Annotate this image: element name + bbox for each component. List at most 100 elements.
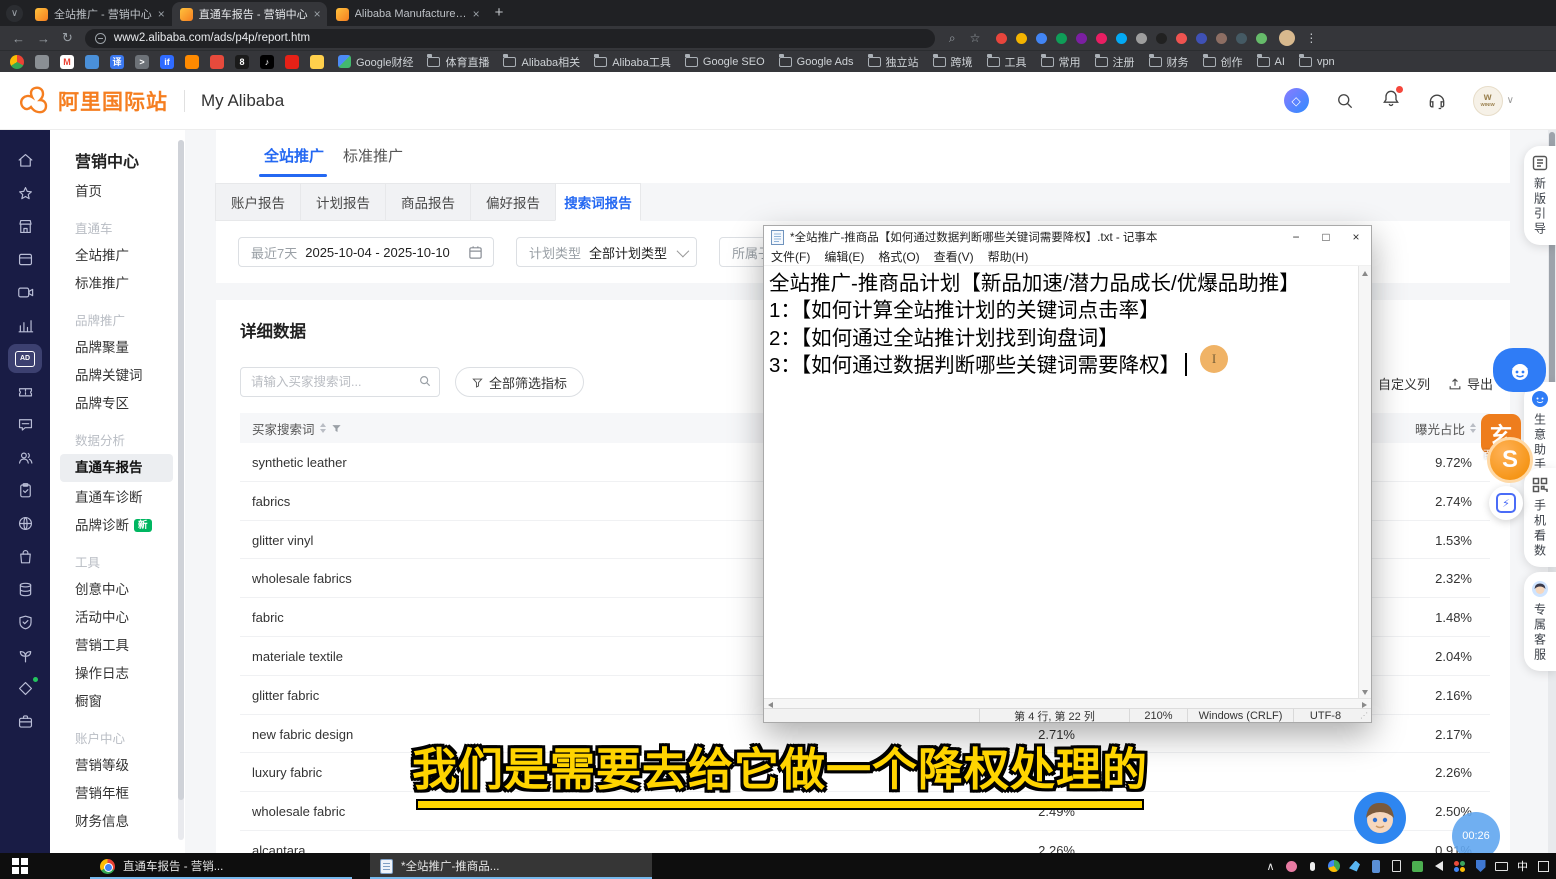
bookmark-item[interactable]: 独立站 (868, 54, 919, 70)
url-text[interactable]: www2.alibaba.com/ads/p4p/report.htm (114, 32, 310, 44)
bookmark-item[interactable]: 工具 (987, 54, 1027, 70)
bookmark-item[interactable]: 跨境 (933, 54, 973, 70)
rail-icon-growth[interactable] (8, 641, 42, 670)
rail-icon-home[interactable] (8, 146, 42, 175)
sidebar-item[interactable]: 营销工具 (75, 632, 185, 660)
tray-flower-icon[interactable] (1285, 859, 1298, 873)
bookmark-item[interactable]: 财务 (1149, 54, 1189, 70)
sidebar-item[interactable]: 标准推广 (75, 270, 185, 298)
bookmark-favicon-icon[interactable]: > (135, 55, 149, 69)
sidebar-item[interactable]: 营销等级 (75, 752, 185, 780)
rail-icon-orders[interactable] (8, 245, 42, 274)
sidebar-item[interactable]: 直通车诊断 (75, 484, 185, 512)
rail-icon-briefcase[interactable] (8, 707, 42, 736)
sidebar-item[interactable]: 品牌专区 (75, 390, 185, 418)
scroll-right-icon[interactable] (1362, 702, 1367, 708)
scroll-up-icon[interactable] (1362, 271, 1368, 276)
bookmark-item[interactable]: Alibaba相关 (503, 54, 580, 70)
bookmark-item[interactable]: Google Ads (779, 56, 854, 68)
notepad-window[interactable]: *全站推广-推商品【如何通过数据判断哪些关键词需要降权】.txt - 记事本 −… (763, 225, 1372, 723)
bookmark-favicon-icon[interactable] (310, 55, 324, 69)
reload-icon[interactable]: ↻ (62, 30, 73, 46)
bookmark-item[interactable]: 注册 (1095, 54, 1135, 70)
brand-name[interactable]: 阿里国际站 (58, 86, 168, 116)
notepad-text[interactable]: 全站推广-推商品计划【新品加速/潜力品成长/优爆品助推】1：【如何计算全站推计划… (764, 266, 1371, 380)
filter-funnel-icon[interactable] (331, 423, 342, 434)
notepad-menu-item[interactable]: 格式(O) (871, 248, 926, 265)
sidebar-item[interactable]: 操作日志 (75, 660, 185, 688)
bookmark-favicon-icon[interactable] (210, 55, 224, 69)
notepad-menu-item[interactable]: 编辑(E) (817, 248, 871, 265)
notepad-menu-item[interactable]: 帮助(H) (981, 248, 1036, 265)
resize-grip[interactable]: ⋰ (1357, 709, 1371, 722)
sidebar-item[interactable]: 首页 (75, 178, 185, 206)
user-avatar[interactable]: w WINIW (1473, 86, 1503, 116)
bookmark-favicon-icon[interactable]: if (160, 55, 174, 69)
sidebar-scrollbar[interactable] (178, 140, 184, 840)
rail-icon-data[interactable] (8, 575, 42, 604)
notifications-bell-icon[interactable] (1381, 88, 1401, 113)
search-icon[interactable] (1335, 91, 1355, 111)
maximize-button[interactable]: □ (1311, 226, 1341, 248)
extension-icon[interactable] (1236, 33, 1247, 44)
browser-tab[interactable]: 直通车报告 - 营销中心× (172, 2, 327, 26)
extension-icon[interactable] (1256, 33, 1267, 44)
sidebar-item[interactable]: 营销年框 (75, 780, 185, 808)
tab-standard-promotion[interactable]: 标准推广 (343, 145, 403, 166)
sidebar-item[interactable]: 橱窗 (75, 688, 185, 716)
browser-menu-icon[interactable]: ⋮ (1305, 31, 1317, 45)
address-bar[interactable]: www2.alibaba.com/ads/p4p/report.htm (85, 29, 935, 48)
bookmark-favicon-icon[interactable]: ♪ (260, 55, 274, 69)
sidebar-item[interactable]: 直通车报告 (60, 454, 173, 482)
search-icon[interactable] (418, 374, 432, 388)
browser-tab[interactable]: Alibaba Manufacturer Direct...× (328, 2, 486, 26)
skype-icon[interactable]: S (1487, 437, 1533, 483)
extension-icon[interactable] (1016, 33, 1027, 44)
report-tab[interactable]: 偏好报告 (470, 183, 556, 221)
side-pill-guide[interactable]: 新版引导 (1524, 146, 1556, 245)
bookmark-favicon-icon[interactable] (285, 55, 299, 69)
report-tab[interactable]: 账户报告 (215, 183, 301, 221)
extension-icon[interactable] (1076, 33, 1087, 44)
extension-icon[interactable] (1116, 33, 1127, 44)
rail-icon-store[interactable] (8, 212, 42, 241)
rail-icon-ad[interactable]: AD (8, 344, 42, 373)
close-button[interactable]: × (1341, 226, 1371, 248)
rail-icon-video[interactable] (8, 278, 42, 307)
bookmark-favicon-icon[interactable] (185, 55, 199, 69)
sidebar-item[interactable]: 品牌关键词 (75, 362, 185, 390)
tray-nut-icon[interactable] (1453, 859, 1466, 873)
extension-icon[interactable] (996, 33, 1007, 44)
taskbar-chrome-button[interactable]: 直通车报告 - 营销... (90, 853, 352, 879)
rail-icon-bag[interactable] (8, 542, 42, 571)
report-tab[interactable]: 搜索词报告 (555, 183, 641, 221)
tray-shield-icon[interactable] (1474, 859, 1487, 873)
rail-icon-diamond[interactable] (8, 674, 42, 703)
tab-site-promotion[interactable]: 全站推广 (264, 145, 324, 166)
report-tab[interactable]: 计划报告 (300, 183, 386, 221)
bookmark-item[interactable]: AI (1257, 56, 1285, 68)
extension-icon[interactable] (1136, 33, 1147, 44)
extension-icon[interactable] (1156, 33, 1167, 44)
extension-icon[interactable] (1096, 33, 1107, 44)
rail-icon-globe[interactable] (8, 509, 42, 538)
bookmark-item[interactable]: Google财经 (338, 54, 413, 70)
tray-globe-icon[interactable] (1327, 859, 1340, 873)
bookmark-item[interactable]: vpn (1299, 56, 1335, 68)
search-tabs-icon[interactable]: ⌕ (949, 31, 956, 46)
extension-icon[interactable] (1036, 33, 1047, 44)
minimize-button[interactable]: − (1281, 226, 1311, 248)
notepad-menu-item[interactable]: 文件(F) (764, 248, 817, 265)
extension-icon[interactable] (1056, 33, 1067, 44)
rail-icon-star[interactable] (8, 179, 42, 208)
keyword-search-input[interactable] (240, 367, 440, 397)
bookmark-favicon-icon[interactable] (35, 55, 49, 69)
bookmark-item[interactable]: 体育直播 (427, 54, 489, 70)
rail-icon-chart[interactable] (8, 311, 42, 340)
date-range-picker[interactable]: 最近7天 2025-10-04 - 2025-10-10 (238, 237, 494, 267)
headset-support-icon[interactable] (1427, 91, 1447, 111)
side-pill-service[interactable]: 专属客服 (1524, 572, 1556, 671)
quick-launch-icon[interactable]: ⚡ (1489, 486, 1523, 520)
tray-usb-icon[interactable] (1390, 859, 1403, 873)
extension-icon[interactable] (1176, 33, 1187, 44)
